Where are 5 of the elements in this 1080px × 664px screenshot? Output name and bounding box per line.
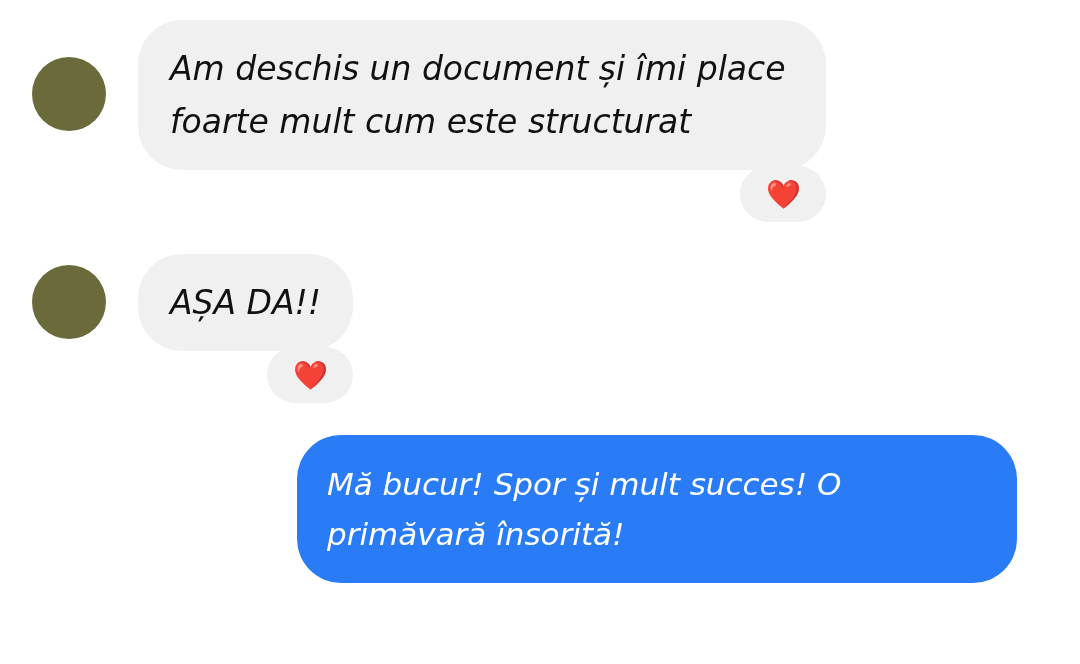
reaction-badge[interactable]: ❤ [267, 347, 354, 403]
message-bubble: AȘA DA!! [138, 254, 354, 351]
message-bubble: Am deschis un document și îmi place foarte mult cum este structurat [138, 20, 826, 170]
message-bubble: Mă bucur! Spor și mult succes! O primăvară însorită! [297, 435, 1017, 583]
reaction-badge[interactable]: ❤ [740, 166, 826, 222]
